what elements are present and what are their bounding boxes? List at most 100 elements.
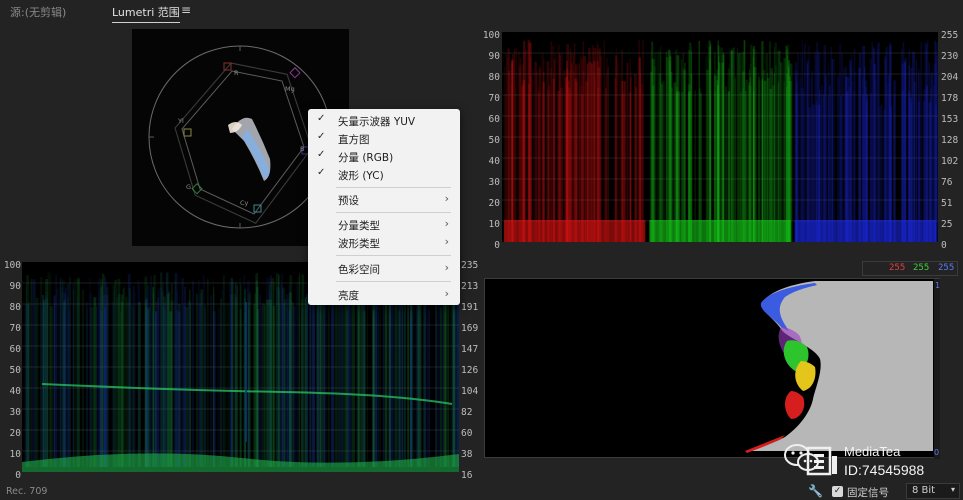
color-space-label: Rec. 709 (6, 486, 48, 497)
scale-tick-label: 128 (941, 135, 959, 146)
scale-tick-label: 51 (941, 198, 953, 209)
menu-item-waveform-type[interactable]: 波形类型 › (308, 234, 460, 251)
scale-tick-label: 20 (488, 198, 500, 209)
vectorscope-trace (228, 117, 271, 181)
readout-red: 255 (889, 263, 906, 273)
menu-item-label: 分量类型 (338, 220, 380, 232)
clamp-signal-checkbox[interactable]: ✓ (832, 486, 843, 497)
scale-tick-label: 204 (941, 72, 959, 83)
menu-item-label: 直方图 (338, 134, 370, 146)
menu-item-histogram[interactable]: ✓ 直方图 (308, 130, 460, 147)
scale-tick-label: 100 (3, 260, 21, 271)
scale-tick-label: 80 (9, 302, 21, 313)
check-icon: ✓ (317, 131, 326, 142)
scale-tick-label: 70 (488, 93, 500, 104)
vector-label-r: R (234, 69, 239, 77)
scale-tick-label: 10 (488, 219, 500, 230)
scale-tick-label: 147 (461, 344, 479, 355)
scale-tick-label: 178 (941, 93, 959, 104)
parade-channel (504, 40, 646, 242)
check-icon: ✓ (317, 113, 326, 124)
menu-item-label: 波形类型 (338, 238, 380, 250)
scale-tick-label: 25 (941, 219, 953, 230)
scale-tick-label: 104 (461, 386, 479, 397)
submenu-arrow-icon: › (444, 217, 449, 230)
scale-tick-label: 102 (941, 156, 959, 167)
scopes-status-bar: Rec. 709 🔧 ✓ 固定信号 8 Bit ▾ (0, 482, 963, 500)
check-icon: ✓ (317, 167, 326, 178)
scale-tick-label: 100 (482, 30, 500, 41)
wrench-icon[interactable]: 🔧 (808, 484, 823, 498)
scale-tick-label: 255 (941, 30, 959, 41)
scale-tick-label: 80 (488, 72, 500, 83)
menu-item-label: 分量 (RGB) (338, 152, 394, 164)
menu-item-presets[interactable]: 预设 › (308, 191, 460, 208)
scale-tick-label: 153 (941, 114, 959, 125)
tab-lumetri-scopes[interactable]: Lumetri 范围 (112, 4, 180, 23)
scale-tick-label: 70 (9, 323, 21, 334)
histogram-graph: 1 0 (745, 279, 940, 459)
histogram-scale-top: 1 (935, 281, 940, 290)
scale-tick-label: 60 (9, 344, 21, 355)
vector-label-cy: Cy (240, 199, 249, 207)
submenu-arrow-icon: › (444, 261, 449, 274)
menu-item-parade-type[interactable]: 分量类型 › (308, 216, 460, 233)
brand-logo-icon (806, 446, 837, 476)
scale-tick-label: 90 (488, 51, 500, 62)
parade-left-scale: 100 90 80 70 60 50 40 30 20 10 0 (482, 27, 500, 251)
menu-item-vectorscope-yuv[interactable]: ✓ 矢量示波器 YUV (308, 112, 460, 129)
histogram-scale-bottom: 0 (934, 448, 939, 457)
parade-graph (502, 40, 938, 242)
waveform-left-scale: 100 90 80 70 60 50 40 30 20 10 0 (3, 257, 21, 481)
menu-item-brightness[interactable]: 亮度 › (308, 286, 460, 303)
menu-item-label: 亮度 (338, 290, 359, 302)
menu-item-label: 波形 (YC) (338, 170, 384, 182)
vector-label-yl: Yl (177, 117, 184, 125)
scale-tick-label: 0 (15, 470, 21, 481)
hamburger-menu-icon[interactable]: ≡ (181, 3, 191, 17)
scale-tick-label: 30 (9, 407, 21, 418)
vector-label-mg: Mg (285, 85, 295, 93)
watermark-name: MediaTea (844, 444, 901, 459)
scale-tick-label: 60 (461, 428, 473, 439)
scale-tick-label: 235 (461, 260, 479, 271)
scale-tick-label: 126 (461, 365, 479, 376)
scale-tick-label: 0 (941, 240, 947, 251)
clamp-signal-label: 固定信号 (847, 487, 889, 499)
scale-tick-label: 30 (488, 177, 500, 188)
parade-channel (794, 40, 938, 242)
bit-depth-select[interactable]: 8 Bit ▾ (906, 483, 960, 499)
menu-item-color-space[interactable]: 色彩空间 › (308, 260, 460, 277)
menu-separator (336, 212, 451, 213)
menu-item-parade-rgb[interactable]: ✓ 分量 (RGB) (308, 148, 460, 165)
menu-item-label: 预设 (338, 195, 359, 207)
scale-tick-label: 38 (461, 449, 473, 460)
scale-tick-label: 191 (461, 302, 479, 313)
menu-separator (336, 187, 451, 188)
submenu-arrow-icon: › (444, 235, 449, 248)
menu-item-label: 矢量示波器 YUV (338, 116, 416, 128)
scopes-context-menu: ✓ 矢量示波器 YUV ✓ 直方图 ✓ 分量 (RGB) ✓ 波形 (YC) 预… (308, 109, 460, 305)
histogram-readout: 255 255 255 (862, 261, 958, 276)
vector-label-g: G (186, 183, 191, 191)
scale-tick-label: 82 (461, 407, 473, 418)
scale-tick-label: 0 (494, 240, 500, 251)
menu-separator (336, 281, 451, 282)
readout-blue: 255 (938, 263, 955, 273)
menu-separator (336, 255, 451, 256)
waveform-right-scale: 235 213 191 169 147 126 104 82 60 38 16 (461, 257, 483, 481)
scale-tick-label: 213 (461, 281, 479, 292)
watermark-id: ID:74545988 (844, 462, 925, 478)
bit-depth-value: 8 Bit (912, 485, 936, 496)
scale-tick-label: 169 (461, 323, 479, 334)
scale-tick-label: 10 (9, 449, 21, 460)
tab-source[interactable]: 源:(无剪辑) (10, 4, 66, 20)
menu-item-waveform-yc[interactable]: ✓ 波形 (YC) (308, 166, 460, 183)
submenu-arrow-icon: › (444, 192, 449, 205)
readout-green: 255 (913, 263, 930, 273)
check-icon: ✓ (317, 149, 326, 160)
scale-tick-label: 50 (9, 365, 21, 376)
rgb-parade (502, 32, 938, 242)
scale-tick-label: 20 (9, 428, 21, 439)
scale-tick-label: 90 (9, 281, 21, 292)
